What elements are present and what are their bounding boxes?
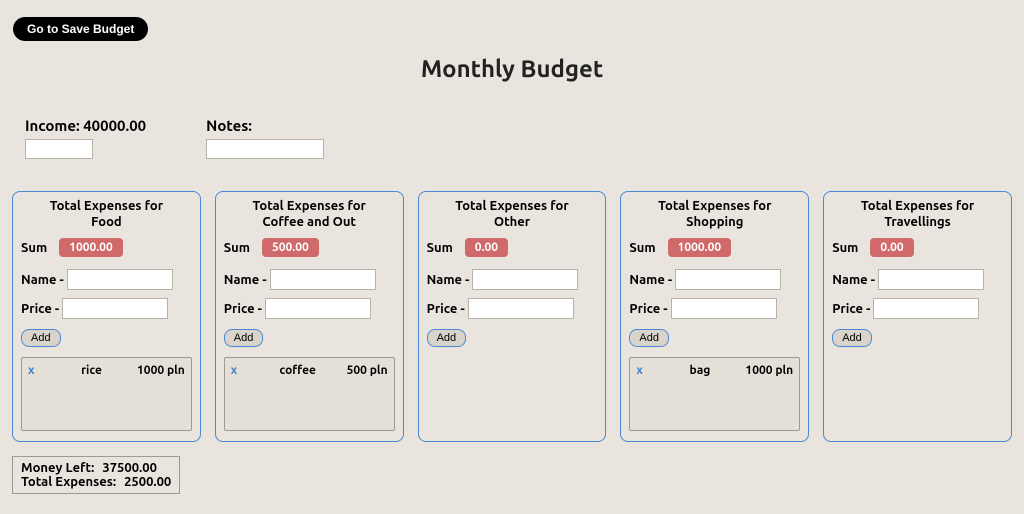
item-name: rice [46, 364, 137, 377]
card-title: Total Expenses forShopping [629, 199, 800, 230]
total-expenses-value: 2500.00 [124, 475, 171, 489]
name-input[interactable] [675, 269, 781, 290]
card-title: Total Expenses forOther [427, 199, 598, 230]
go-to-save-budget-button[interactable]: Go to Save Budget [13, 17, 148, 41]
item-name: coffee [249, 364, 347, 377]
price-input[interactable] [468, 298, 574, 319]
price-label: Price - [224, 302, 262, 316]
add-button[interactable]: Add [427, 329, 467, 347]
cards-container: Total Expenses forFood Sum 1000.00 Name - Pr… [0, 159, 1024, 442]
name-label: Name - [629, 273, 672, 287]
sum-label: Sum [629, 241, 655, 255]
card-title: Total Expenses forCoffee and Out [224, 199, 395, 230]
name-input[interactable] [67, 269, 173, 290]
name-label: Name - [21, 273, 64, 287]
page-title: Monthly Budget [0, 0, 1024, 82]
add-button[interactable]: Add [224, 329, 264, 347]
card-title: Total Expenses forFood [21, 199, 192, 230]
items-box: xrice1000 pln [21, 357, 192, 431]
items-box: xbag1000 pln [629, 357, 800, 431]
price-input[interactable] [62, 298, 168, 319]
delete-item-icon[interactable]: x [231, 364, 249, 377]
name-row: Name - [629, 269, 800, 290]
price-row: Price - [832, 298, 1003, 319]
income-label: Income: 40000.00 [25, 117, 146, 134]
sum-value: 0.00 [465, 238, 508, 257]
sum-label: Sum [427, 241, 453, 255]
expense-card: Total Expenses forFood Sum 1000.00 Name - Pr… [12, 191, 201, 442]
money-left-label: Money Left: [21, 461, 94, 475]
item-price: 1000 pln [137, 364, 185, 377]
sum-row: Sum 1000.00 [21, 238, 192, 257]
name-label: Name - [427, 273, 470, 287]
price-label: Price - [427, 302, 465, 316]
name-input[interactable] [472, 269, 578, 290]
notes-input[interactable] [206, 139, 324, 159]
price-label: Price - [832, 302, 870, 316]
item-price: 500 pln [347, 364, 388, 377]
delete-item-icon[interactable]: x [636, 364, 654, 377]
name-input[interactable] [270, 269, 376, 290]
sum-value: 1000.00 [59, 238, 123, 257]
expense-card: Total Expenses forOther Sum 0.00 Name - Pric… [418, 191, 607, 442]
total-expenses-label: Total Expenses: [21, 475, 116, 489]
meta-row: Income: 40000.00 Notes: [0, 82, 1024, 159]
expense-card: Total Expenses forShopping Sum 1000.00 Name… [620, 191, 809, 442]
sum-value: 0.00 [870, 238, 913, 257]
item-row: xbag1000 pln [636, 362, 793, 379]
item-name: bag [654, 364, 745, 377]
name-row: Name - [427, 269, 598, 290]
price-row: Price - [427, 298, 598, 319]
sum-row: Sum 0.00 [832, 238, 1003, 257]
income-input[interactable] [25, 139, 93, 159]
sum-value: 1000.00 [668, 238, 732, 257]
sum-value: 500.00 [262, 238, 319, 257]
add-button[interactable]: Add [832, 329, 872, 347]
sum-row: Sum 0.00 [427, 238, 598, 257]
price-label: Price - [21, 302, 59, 316]
price-input[interactable] [873, 298, 979, 319]
sum-label: Sum [832, 241, 858, 255]
price-row: Price - [629, 298, 800, 319]
sum-label: Sum [21, 241, 47, 255]
notes-block: Notes: [206, 117, 324, 159]
item-row: xrice1000 pln [28, 362, 185, 379]
income-block: Income: 40000.00 [25, 117, 146, 159]
delete-item-icon[interactable]: x [28, 364, 46, 377]
summary-box: Money Left: 37500.00 Total Expenses: 250… [12, 456, 180, 494]
sum-row: Sum 1000.00 [629, 238, 800, 257]
price-input[interactable] [265, 298, 371, 319]
add-button[interactable]: Add [629, 329, 669, 347]
name-row: Name - [21, 269, 192, 290]
sum-row: Sum 500.00 [224, 238, 395, 257]
card-title: Total Expenses forTravellings [832, 199, 1003, 230]
add-button[interactable]: Add [21, 329, 61, 347]
name-row: Name - [832, 269, 1003, 290]
name-label: Name - [224, 273, 267, 287]
items-box: xcoffee500 pln [224, 357, 395, 431]
expense-card: Total Expenses forCoffee and Out Sum 500.0… [215, 191, 404, 442]
sum-label: Sum [224, 241, 250, 255]
price-label: Price - [629, 302, 667, 316]
name-input[interactable] [878, 269, 984, 290]
name-label: Name - [832, 273, 875, 287]
price-input[interactable] [671, 298, 777, 319]
name-row: Name - [224, 269, 395, 290]
price-row: Price - [224, 298, 395, 319]
price-row: Price - [21, 298, 192, 319]
money-left-value: 37500.00 [102, 461, 157, 475]
expense-card: Total Expenses forTravellings Sum 0.00 Name… [823, 191, 1012, 442]
item-row: xcoffee500 pln [231, 362, 388, 379]
notes-label: Notes: [206, 117, 324, 134]
item-price: 1000 pln [745, 364, 793, 377]
